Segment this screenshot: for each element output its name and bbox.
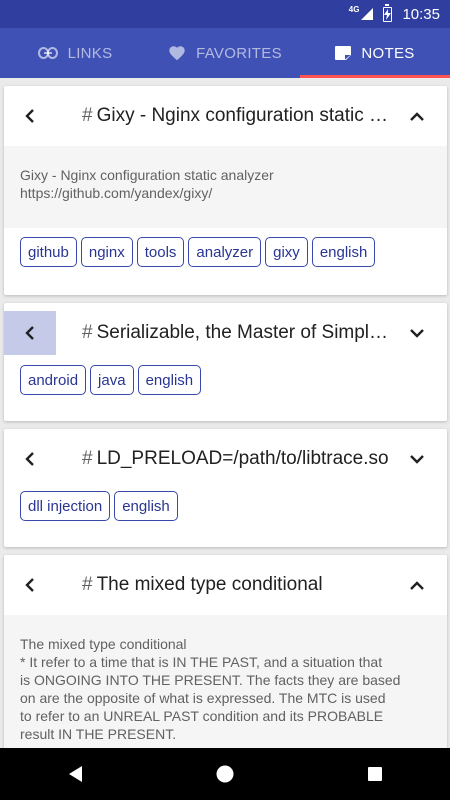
tag[interactable]: android xyxy=(20,365,87,395)
note-body-line: * It refer to a time that is IN THE PAST… xyxy=(20,654,383,670)
collapse-button[interactable] xyxy=(401,555,433,615)
note-body-line: Gixy - Nginx configuration static analyz… xyxy=(20,167,274,183)
note-body-line: The mixed type conditional xyxy=(20,636,187,652)
status-time: 10:35 xyxy=(402,5,440,23)
heart-icon xyxy=(168,45,186,61)
home-circle-icon xyxy=(216,765,234,783)
note-title: # Serializable, the Master of Simplicity xyxy=(82,322,391,343)
status-bar: 4G 10:35 xyxy=(0,0,450,28)
tag[interactable]: java xyxy=(90,365,134,395)
collapse-button[interactable] xyxy=(401,86,433,146)
chevron-left-icon xyxy=(25,109,34,123)
note-card[interactable]: # The mixed type conditional The mixed ty… xyxy=(4,555,447,748)
note-body-line: result IN THE PRESENT. xyxy=(20,726,177,742)
note-header[interactable]: #Gixy - Nginx configuration static analy… xyxy=(4,86,447,146)
home-nav-button[interactable] xyxy=(205,754,245,794)
chevron-left-icon xyxy=(25,326,34,340)
back-button[interactable] xyxy=(4,429,56,489)
tag[interactable]: analyzer xyxy=(188,237,262,267)
note-body-line: to refer to an UNREAL PAST condition and… xyxy=(20,708,384,724)
back-button[interactable] xyxy=(4,555,56,615)
tag[interactable]: dll injection xyxy=(20,491,111,521)
chevron-up-icon xyxy=(410,112,424,121)
network-type: 4G xyxy=(348,4,360,14)
note-header[interactable]: # The mixed type conditional xyxy=(4,555,447,615)
note-body: Gixy - Nginx configuration static analyz… xyxy=(4,146,447,228)
expand-button[interactable] xyxy=(401,303,433,363)
note-icon xyxy=(335,46,352,60)
note-body: The mixed type conditional * It refer to… xyxy=(4,615,447,748)
tab-favorites[interactable]: FAVORITES xyxy=(150,28,300,78)
tab-links[interactable]: LINKS xyxy=(0,28,150,78)
chevron-left-icon xyxy=(25,452,34,466)
note-body-line: on are the opposite of what is expressed… xyxy=(20,690,386,706)
chevron-left-icon xyxy=(25,578,34,592)
back-button[interactable] xyxy=(4,311,56,355)
tab-notes-label: NOTES xyxy=(361,44,415,62)
link-icon xyxy=(37,47,58,59)
tab-links-label: LINKS xyxy=(67,44,113,62)
chevron-down-icon xyxy=(410,329,424,338)
tag[interactable]: english xyxy=(114,491,178,521)
note-header[interactable]: # Serializable, the Master of Simplicity xyxy=(4,303,447,363)
tag-list: android java english xyxy=(4,365,447,395)
tag-list: dll injection english xyxy=(4,491,447,521)
tag[interactable]: english xyxy=(137,365,202,395)
chevron-down-icon xyxy=(410,455,424,464)
note-title: #Gixy - Nginx configuration static analy… xyxy=(82,105,391,126)
note-card[interactable]: # LD_PRELOAD=/path/to/libtrace.so dll inj… xyxy=(4,429,447,547)
recents-nav-button[interactable] xyxy=(355,754,395,794)
note-body-line: https://github.com/yandex/gixy/ xyxy=(20,185,213,201)
system-nav-bar xyxy=(0,748,450,800)
tab-notes[interactable]: NOTES xyxy=(300,28,450,78)
tab-favorites-label: FAVORITES xyxy=(196,44,282,62)
back-triangle-icon xyxy=(69,766,82,782)
note-body-line: is ONGOING INTO THE PRESENT. The facts t… xyxy=(20,672,401,688)
signal-icon xyxy=(361,8,374,20)
tag[interactable]: github xyxy=(20,237,77,267)
chevron-up-icon xyxy=(410,581,424,590)
note-title: # The mixed type conditional xyxy=(82,574,323,595)
note-header[interactable]: # LD_PRELOAD=/path/to/libtrace.so xyxy=(4,429,447,489)
note-title: # LD_PRELOAD=/path/to/libtrace.so xyxy=(82,448,389,469)
expand-button[interactable] xyxy=(401,429,433,489)
recents-square-icon xyxy=(368,767,382,781)
back-button[interactable] xyxy=(4,86,56,146)
note-card[interactable]: #Gixy - Nginx configuration static analy… xyxy=(4,86,447,295)
tag[interactable]: nginx xyxy=(80,237,133,267)
tag-list: github nginx tools analyzer gixy english xyxy=(4,237,447,267)
tag[interactable]: english xyxy=(311,237,376,267)
tag[interactable]: tools xyxy=(136,237,185,267)
notes-list[interactable]: #Gixy - Nginx configuration static analy… xyxy=(0,78,450,748)
back-nav-button[interactable] xyxy=(55,754,95,794)
note-card[interactable]: # Serializable, the Master of Simplicity … xyxy=(4,303,447,421)
tag[interactable]: gixy xyxy=(265,237,308,267)
tab-bar: LINKS FAVORITES NOTES xyxy=(0,28,450,78)
battery-icon xyxy=(383,3,393,22)
